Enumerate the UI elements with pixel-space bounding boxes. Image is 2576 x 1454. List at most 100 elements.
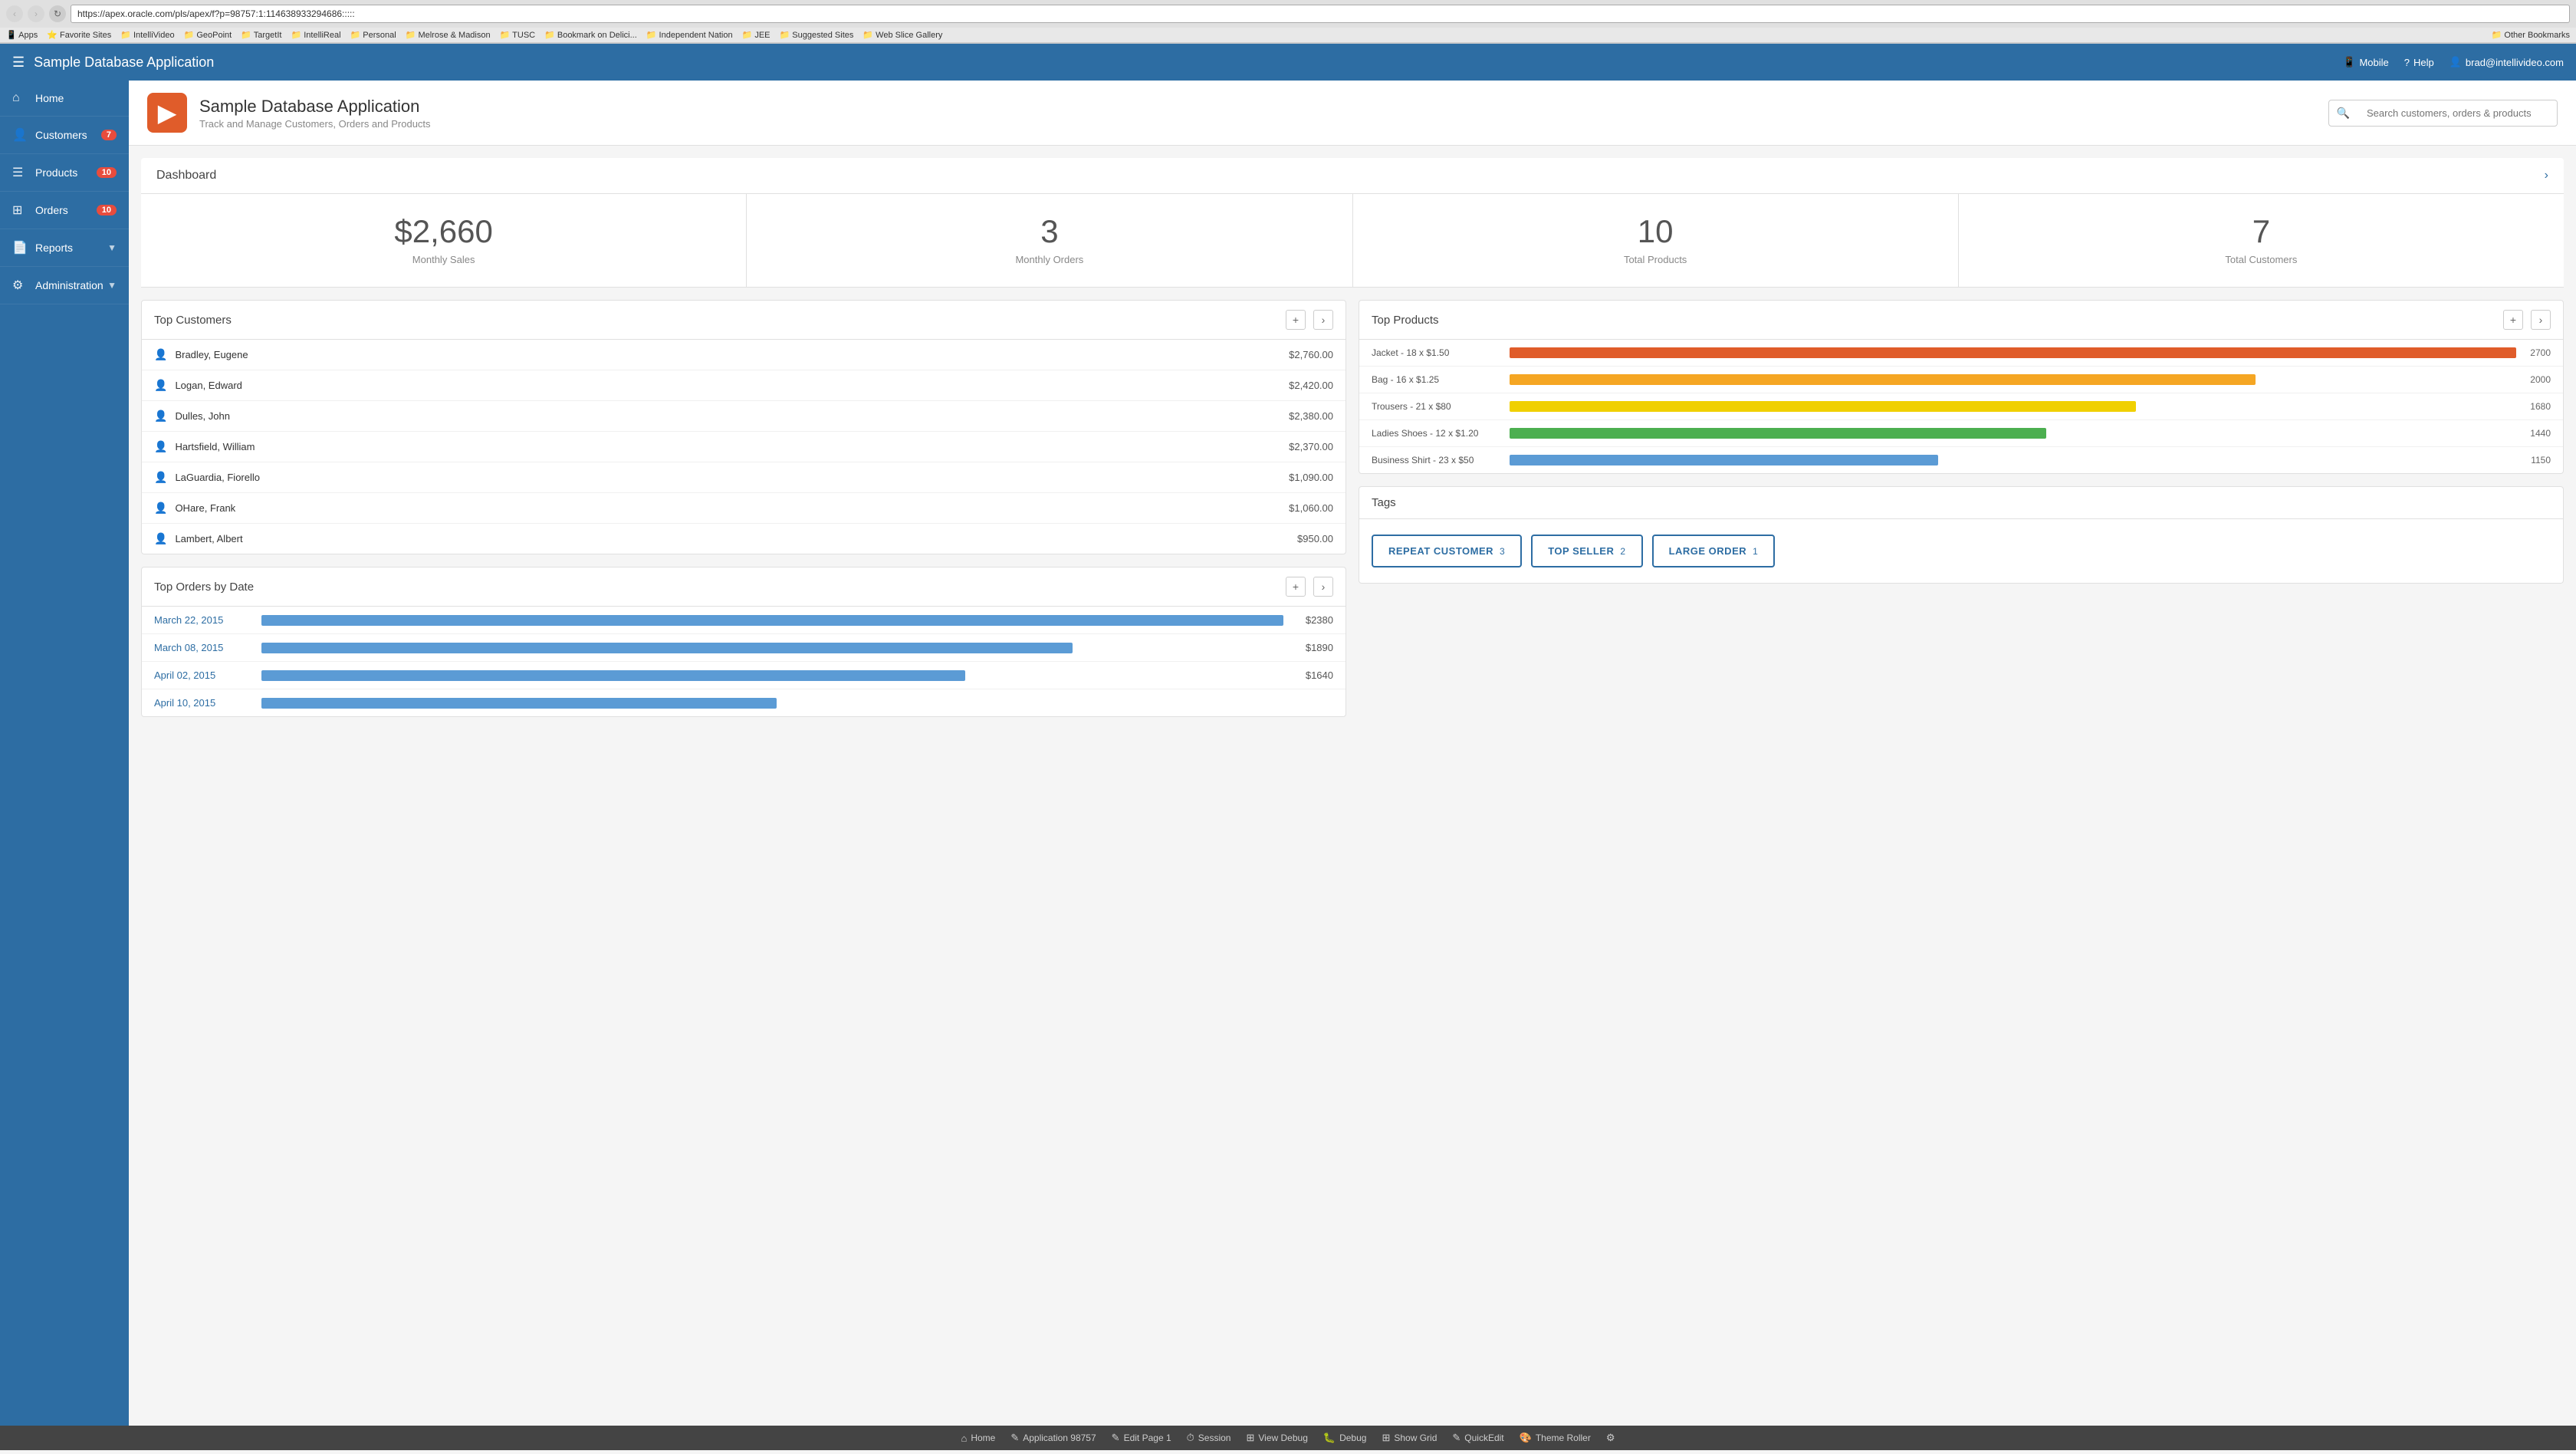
order-date[interactable]: March 08, 2015 [154, 642, 254, 653]
stat-monthly-sales: $2,660 Monthly Sales [141, 194, 747, 287]
order-date[interactable]: April 10, 2015 [154, 697, 254, 709]
product-bar [1510, 401, 2136, 412]
top-orders-nav-button[interactable]: › [1313, 577, 1333, 597]
sidebar-item-reports[interactable]: 📄 Reports ▼ [0, 229, 129, 267]
help-icon: ? [2404, 57, 2410, 68]
app-search[interactable]: 🔍 [2328, 100, 2558, 127]
tag-item[interactable]: TOP SELLER 2 [1531, 535, 1642, 567]
toolbar-quick-edit[interactable]: ✎ QuickEdit [1452, 1432, 1503, 1444]
bookmark-personal[interactable]: 📁 Personal [350, 30, 396, 40]
customer-row[interactable]: 👤 OHare, Frank $1,060.00 [142, 493, 1346, 524]
top-customers-nav-button[interactable]: › [1313, 310, 1333, 330]
tag-item[interactable]: LARGE ORDER 1 [1652, 535, 1776, 567]
bookmark-melrose[interactable]: 📁 Melrose & Madison [406, 30, 491, 40]
product-bar-container [1510, 428, 2516, 439]
top-customers-title: Top Customers [154, 314, 232, 327]
customer-row[interactable]: 👤 Dulles, John $2,380.00 [142, 401, 1346, 432]
total-customers-value: 7 [1974, 215, 2548, 248]
sidebar-products-label: Products [35, 166, 97, 179]
product-row: Business Shirt - 23 x $50 1150 [1359, 447, 2563, 473]
bookmark-apps[interactable]: 📱 Apps [6, 30, 38, 40]
reload-button[interactable]: ↻ [49, 5, 66, 22]
orders-badge: 10 [97, 205, 117, 215]
toolbar-application[interactable]: ✎ Application 98757 [1010, 1432, 1096, 1444]
customer-icon: 👤 [154, 440, 167, 453]
orders-list: March 22, 2015 $2380 March 08, 2015 $189… [142, 607, 1346, 716]
toolbar-theme-roller-label: Theme Roller [1536, 1433, 1591, 1443]
help-button[interactable]: ? Help [2404, 57, 2434, 68]
customer-amount: $2,380.00 [1289, 410, 1333, 422]
bookmark-intellivideo[interactable]: 📁 IntelliVideo [120, 30, 174, 40]
top-products-nav-button[interactable]: › [2531, 310, 2551, 330]
mobile-button[interactable]: 📱 Mobile [2343, 56, 2388, 68]
sidebar-item-home[interactable]: ⌂ Home [0, 81, 129, 117]
toolbar-debug-label: Debug [1339, 1433, 1366, 1443]
administration-icon: ⚙ [12, 278, 28, 293]
products-badge: 10 [97, 167, 117, 178]
back-button[interactable]: ‹ [6, 5, 23, 22]
toolbar-session[interactable]: ⏱ Session [1187, 1432, 1231, 1444]
search-icon: 🔍 [2329, 100, 2358, 126]
customer-row[interactable]: 👤 Bradley, Eugene $2,760.00 [142, 340, 1346, 370]
customer-row[interactable]: 👤 Lambert, Albert $950.00 [142, 524, 1346, 554]
mobile-label: Mobile [2359, 57, 2388, 68]
customer-row[interactable]: 👤 Hartsfield, William $2,370.00 [142, 432, 1346, 462]
bookmark-independent[interactable]: 📁 Independent Nation [646, 30, 733, 40]
bookmark-webslice[interactable]: 📁 Web Slice Gallery [863, 30, 942, 40]
bookmark-intellireal[interactable]: 📁 IntelliReal [291, 30, 340, 40]
sidebar-item-orders[interactable]: ⊞ Orders 10 [0, 192, 129, 229]
bookmark-delicious[interactable]: 📁 Bookmark on Delici... [544, 30, 637, 40]
customer-amount: $950.00 [1297, 533, 1333, 544]
customer-row[interactable]: 👤 LaGuardia, Fiorello $1,090.00 [142, 462, 1346, 493]
bookmark-suggested[interactable]: 📁 Suggested Sites [780, 30, 854, 40]
toolbar-debug[interactable]: 🐛 Debug [1323, 1432, 1367, 1444]
toolbar-settings[interactable]: ⚙ [1606, 1432, 1615, 1444]
top-customers-add-button[interactable]: + [1286, 310, 1306, 330]
user-menu[interactable]: 👤 brad@intellivideo.com [2450, 56, 2564, 68]
product-value: 1150 [2524, 455, 2551, 465]
customer-row[interactable]: 👤 Logan, Edward $2,420.00 [142, 370, 1346, 401]
bookmark-jee[interactable]: 📁 JEE [742, 30, 770, 40]
sidebar-item-customers[interactable]: 👤 Customers 7 [0, 117, 129, 154]
address-bar[interactable] [71, 5, 2570, 23]
bookmark-other[interactable]: 📁 Other Bookmarks [2492, 30, 2570, 40]
stat-monthly-orders: 3 Monthly Orders [747, 194, 1352, 287]
order-date[interactable]: March 22, 2015 [154, 614, 254, 626]
user-icon: 👤 [2450, 56, 2462, 68]
toolbar-home[interactable]: ⌂ Home [961, 1433, 995, 1444]
order-date[interactable]: April 02, 2015 [154, 669, 254, 681]
sidebar-item-products[interactable]: ☰ Products 10 [0, 154, 129, 192]
bookmark-targetit[interactable]: 📁 TargetIt [241, 30, 281, 40]
order-bar-container [261, 698, 1283, 709]
toolbar-edit-page[interactable]: ✎ Edit Page 1 [1112, 1432, 1171, 1444]
bookmark-tusc[interactable]: 📁 TUSC [500, 30, 536, 40]
reports-chevron: ▼ [107, 242, 117, 253]
products-icon: ☰ [12, 165, 28, 180]
top-products-add-button[interactable]: + [2503, 310, 2523, 330]
product-bar-container [1510, 374, 2516, 385]
top-orders-add-button[interactable]: + [1286, 577, 1306, 597]
tag-item[interactable]: REPEAT CUSTOMER 3 [1372, 535, 1522, 567]
toolbar-show-grid[interactable]: ⊞ Show Grid [1382, 1432, 1437, 1444]
monthly-sales-label: Monthly Sales [156, 254, 731, 265]
toolbar-view-debug-label: View Debug [1258, 1433, 1308, 1443]
sidebar-item-administration[interactable]: ⚙ Administration ▼ [0, 267, 129, 304]
order-row: April 02, 2015 $1640 [142, 662, 1346, 689]
menu-icon[interactable]: ☰ [12, 54, 25, 71]
bookmark-favorite-sites[interactable]: ⭐ Favorite Sites [47, 30, 111, 40]
toolbar-session-label: Session [1198, 1433, 1231, 1443]
product-name: Business Shirt - 23 x $50 [1372, 455, 1502, 465]
bookmark-geopoint[interactable]: 📁 GeoPoint [184, 30, 232, 40]
customer-name: Logan, Edward [175, 380, 1289, 391]
order-bar-container [261, 670, 1283, 681]
top-customers-actions: + › [1286, 310, 1333, 330]
toolbar-view-debug[interactable]: ⊞ View Debug [1246, 1432, 1307, 1444]
customer-amount: $2,420.00 [1289, 380, 1333, 391]
dashboard-nav-icon[interactable]: › [2545, 169, 2548, 183]
stats-row: $2,660 Monthly Sales 3 Monthly Orders 10… [141, 194, 2564, 288]
app-title-block: Sample Database Application Track and Ma… [199, 97, 431, 130]
search-input[interactable] [2358, 101, 2557, 125]
forward-button[interactable]: › [28, 5, 44, 22]
toolbar-theme-roller[interactable]: 🎨 Theme Roller [1520, 1432, 1591, 1444]
app-logo-icon: ▶ [158, 98, 177, 127]
